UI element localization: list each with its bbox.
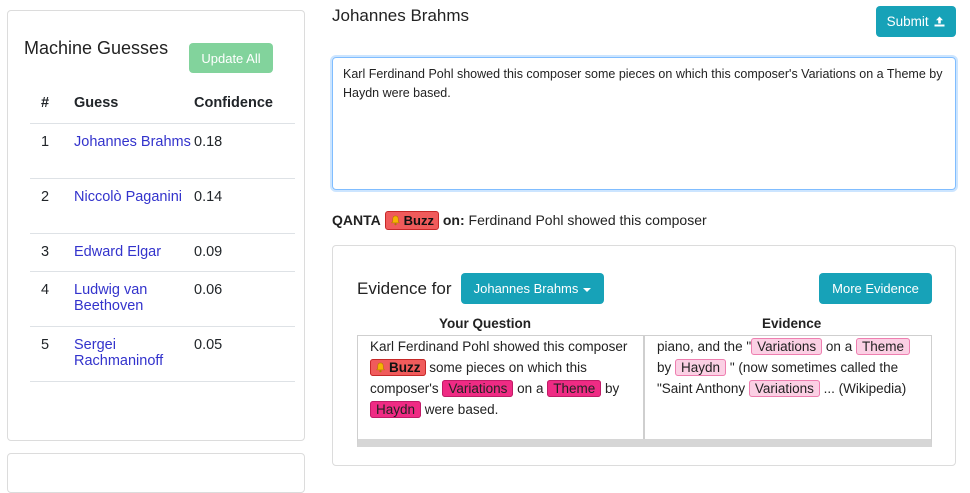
buzz-label: Buzz (403, 213, 434, 228)
question-text-part: Karl Ferdinand Pohl showed this composer (370, 339, 628, 354)
machine-guesses-title: Machine Guesses (24, 38, 169, 58)
guess-confidence: 0.05 (194, 326, 295, 382)
qanta-on-label: on: (442, 212, 465, 228)
buzz-marker: Buzz (370, 359, 426, 376)
guess-confidence: 0.18 (194, 123, 295, 179)
question-textarea[interactable]: Karl Ferdinand Pohl showed this composer… (332, 57, 956, 190)
question-text-part: by (605, 381, 620, 396)
highlight-term: Haydn (370, 401, 422, 418)
buzz-marker-label: Buzz (389, 360, 421, 375)
qanta-buzz-text: Ferdinand Pohl showed this composer (468, 212, 707, 228)
guess-link[interactable]: Ludwig van Beethoven (74, 282, 147, 314)
bell-icon (390, 215, 400, 226)
update-all-button[interactable]: Update All (189, 43, 273, 73)
bell-icon (376, 362, 385, 373)
evidence-title: Evidence for (357, 279, 452, 298)
column-header-guess: Guess (74, 86, 194, 124)
guess-rank: 3 (30, 233, 74, 272)
guess-confidence: 0.09 (194, 233, 295, 272)
evidence-column-divider (643, 335, 645, 439)
qanta-label: QANTA (332, 212, 381, 228)
column-header-your-question: Your Question (439, 316, 532, 331)
buzz-badge: Buzz (384, 211, 439, 230)
evidence-text-part: piano, and the " (657, 339, 752, 354)
evidence-text-part: on a (825, 339, 853, 354)
caret-down-icon (583, 287, 592, 292)
submit-button[interactable]: Submit (876, 6, 956, 37)
evidence-text-part: ... (Wikipedia) (823, 381, 907, 396)
question-text-part: on a (517, 381, 544, 396)
table-row: 3 Edward Elgar 0.09 (30, 233, 295, 272)
table-row: 1 Johannes Brahms 0.18 (30, 123, 295, 179)
guess-rank: 2 (30, 178, 74, 234)
submit-label: Submit (886, 14, 929, 29)
column-header-rank: # (30, 86, 74, 124)
question-evidence-text: Karl Ferdinand Pohl showed this composer… (370, 336, 640, 420)
table-row: 4 Ludwig van Beethoven 0.06 (30, 271, 295, 327)
evidence-dropdown-label: Johannes Brahms (473, 281, 579, 296)
guess-rank: 1 (30, 123, 74, 179)
question-text-part: were based. (424, 402, 499, 417)
highlight-term: Variations (442, 380, 514, 397)
evidence-answer-dropdown[interactable]: Johannes Brahms (461, 273, 604, 304)
guess-link[interactable]: Johannes Brahms (74, 134, 191, 150)
answer-title: Johannes Brahms (332, 6, 470, 25)
guess-link[interactable]: Edward Elgar (74, 244, 161, 260)
evidence-text-part: by (657, 360, 672, 375)
highlight-term: Theme (855, 338, 910, 355)
guess-rank: 4 (30, 271, 74, 327)
qanta-buzz-line: QANTA Buzz on: Ferdinand Pohl showed thi… (332, 211, 707, 230)
evidence-snippet-text: piano, and the " Variations on a Theme by… (657, 336, 927, 399)
highlight-term: Variations (751, 338, 823, 355)
column-header-evidence: Evidence (762, 316, 822, 331)
column-header-confidence: Confidence (194, 86, 295, 124)
highlight-term: Variations (748, 380, 820, 397)
guess-rank: 5 (30, 326, 74, 382)
guess-link[interactable]: Sergei Rachmaninoff (74, 337, 163, 369)
table-row: 5 Sergei Rachmaninoff 0.05 (30, 326, 295, 382)
guess-confidence: 0.06 (194, 271, 295, 327)
more-evidence-button[interactable]: More Evidence (819, 273, 932, 304)
highlight-term: Theme (547, 380, 602, 397)
guesses-table: # Guess Confidence 1 Johannes Brahms 0.1… (30, 86, 295, 382)
highlight-term: Haydn (675, 359, 727, 376)
guess-link[interactable]: Niccolò Paganini (74, 189, 182, 205)
secondary-card (7, 453, 305, 493)
upload-icon (934, 16, 945, 27)
table-row: 2 Niccolò Paganini 0.14 (30, 178, 295, 234)
guess-confidence: 0.14 (194, 178, 295, 234)
